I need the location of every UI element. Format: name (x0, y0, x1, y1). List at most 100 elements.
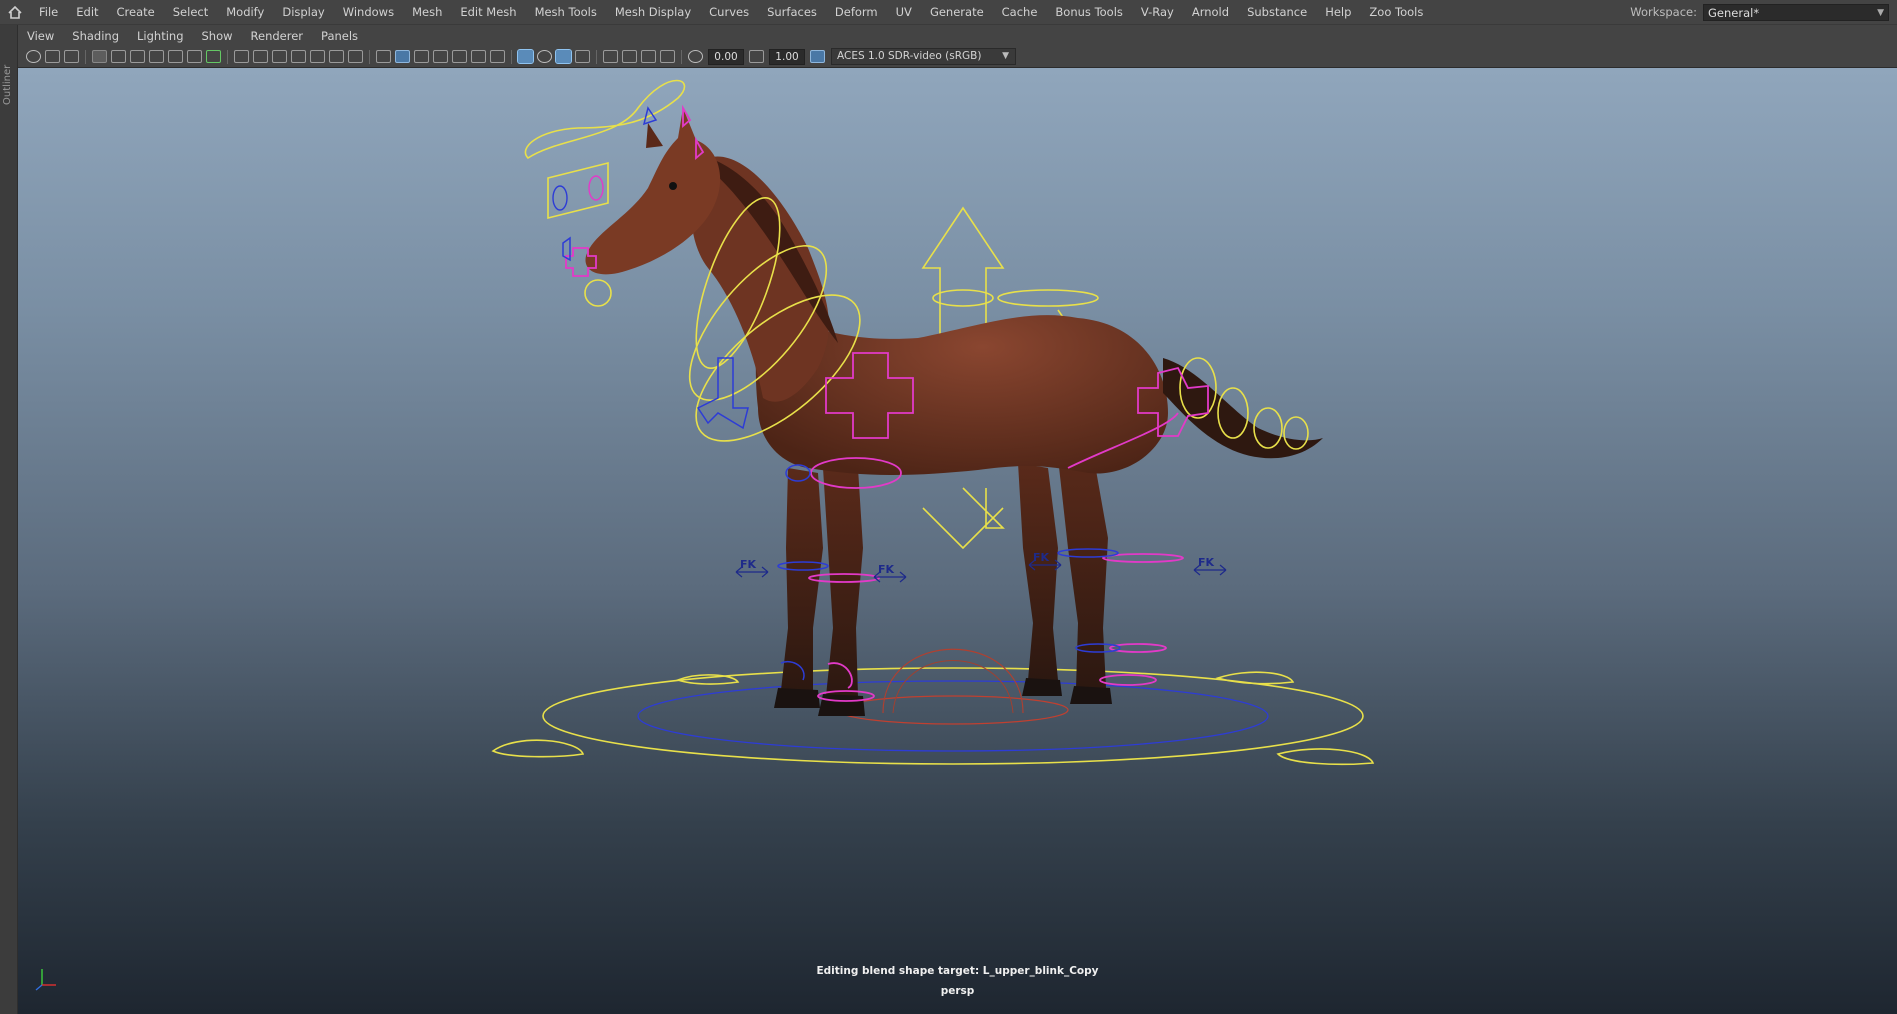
wireframe-on-shaded-icon[interactable] (414, 50, 429, 63)
menu-substance[interactable]: Substance (1238, 0, 1316, 24)
foot-pad-back[interactable] (1215, 671, 1295, 685)
depth-of-field-icon[interactable] (641, 50, 656, 63)
viewport-panel[interactable]: FK FK FK FK Editing blend shape target: … (18, 68, 1897, 1014)
view-transform-value: ACES 1.0 SDR-video (sRGB) (837, 50, 982, 62)
ground-control[interactable] (637, 680, 1269, 752)
select-camera-icon[interactable] (603, 50, 618, 63)
pencil-icon[interactable] (206, 50, 221, 63)
grid-icon[interactable] (234, 50, 249, 63)
workspace-dropdown[interactable]: General* ▼ (1703, 3, 1889, 21)
exposure-icon[interactable] (688, 50, 703, 63)
camera-attributes-icon[interactable] (26, 50, 41, 63)
multisample-icon[interactable] (622, 50, 637, 63)
menu-create[interactable]: Create (108, 0, 164, 24)
panel-menu-renderer[interactable]: Renderer (242, 29, 313, 43)
color-management-dropdown[interactable]: ACES 1.0 SDR-video (sRGB) ▼ (831, 48, 1016, 65)
outliner-label: Outliner (2, 64, 13, 105)
toolbar-divider (596, 49, 597, 64)
safe-title-icon[interactable] (348, 50, 363, 63)
cog-ring[interactable] (837, 695, 1069, 725)
panel-menu-panels[interactable]: Panels (312, 29, 367, 43)
gamma-field[interactable]: 1.00 (769, 48, 805, 65)
gate-mask-icon[interactable] (291, 50, 306, 63)
2d-pan-zoom-icon[interactable] (187, 50, 202, 63)
menu-help[interactable]: Help (1316, 0, 1360, 24)
safe-action-icon[interactable] (329, 50, 344, 63)
image-plane-icon[interactable] (130, 50, 145, 63)
menu-v-ray[interactable]: V-Ray (1132, 0, 1183, 24)
outliner-tab[interactable]: Outliner (0, 25, 18, 1014)
toolbar-divider (227, 49, 228, 64)
screen-space-icon[interactable] (660, 50, 675, 63)
menu-mesh[interactable]: Mesh (403, 0, 451, 24)
hip-ring (997, 289, 1099, 307)
exposure-field[interactable]: 0.00 (708, 48, 744, 65)
menu-deform[interactable]: Deform (826, 0, 887, 24)
fk-switch-2: FK (878, 563, 895, 576)
bookmark-flag-icon[interactable] (149, 50, 164, 63)
toolbar-divider (369, 49, 370, 64)
menu-uv[interactable]: UV (887, 0, 921, 24)
menu-edit[interactable]: Edit (67, 0, 107, 24)
panel-menu-view[interactable]: View (18, 29, 63, 43)
shadows-icon[interactable] (471, 50, 486, 63)
panel-toolbar: 0.00 1.00 ACES 1.0 SDR-video (sRGB) ▼ (18, 46, 1897, 68)
wireframe-icon[interactable] (376, 50, 391, 63)
color-management-icon[interactable] (810, 50, 825, 63)
fk-switch-4: FK (1198, 556, 1215, 569)
menu-windows[interactable]: Windows (334, 0, 403, 24)
menu-file[interactable]: File (30, 0, 67, 24)
textured-icon[interactable] (433, 50, 448, 63)
panel-menu-shading[interactable]: Shading (63, 29, 128, 43)
body-down-arrow[interactable] (962, 487, 1005, 529)
menu-select[interactable]: Select (164, 0, 217, 24)
menu-display[interactable]: Display (273, 0, 333, 24)
smooth-shade-icon[interactable] (395, 50, 410, 63)
fk-switch-3: FK (1033, 551, 1050, 564)
eye-control-right[interactable] (588, 175, 604, 201)
home-icon[interactable] (0, 0, 30, 24)
workspace-value: General* (1708, 5, 1760, 20)
menu-cache[interactable]: Cache (993, 0, 1047, 24)
toolbar-divider (85, 49, 86, 64)
camera-icon[interactable] (92, 50, 107, 63)
toolbar-divider (511, 49, 512, 64)
resolution-gate-icon[interactable] (272, 50, 287, 63)
camera-name: persp (940, 985, 975, 997)
panel-menu-show[interactable]: Show (193, 29, 242, 43)
xray-joints-icon[interactable] (537, 50, 552, 63)
isolate-select-icon[interactable] (517, 49, 534, 64)
chevron-down-icon: ▼ (1002, 51, 1009, 61)
menu-arnold[interactable]: Arnold (1183, 0, 1238, 24)
menu-zoo-tools[interactable]: Zoo Tools (1360, 0, 1432, 24)
xray-icon[interactable] (490, 50, 505, 63)
menu-generate[interactable]: Generate (921, 0, 993, 24)
ambient-occlusion-icon[interactable] (555, 49, 572, 64)
menu-edit-mesh[interactable]: Edit Mesh (451, 0, 525, 24)
workspace-selector: Workspace: General* ▼ (1630, 0, 1897, 24)
main-menubar: File Edit Create Select Modify Display Windows… (0, 0, 1897, 25)
menu-surfaces[interactable]: Surfaces (758, 0, 826, 24)
menu-curves[interactable]: Curves (700, 0, 758, 24)
motion-blur-icon[interactable] (575, 50, 590, 63)
menu-modify[interactable]: Modify (217, 0, 273, 24)
bookmark-icon[interactable] (111, 50, 126, 63)
grease-pencil-icon[interactable] (168, 50, 183, 63)
scene-view[interactable]: FK FK FK FK (18, 68, 1897, 1014)
field-chart-icon[interactable] (310, 50, 325, 63)
lock-camera-icon[interactable] (64, 50, 79, 63)
lights-icon[interactable] (452, 50, 467, 63)
panel-menu-lighting[interactable]: Lighting (128, 29, 192, 43)
menu-mesh-display[interactable]: Mesh Display (606, 0, 700, 24)
menu-mesh-tools[interactable]: Mesh Tools (526, 0, 606, 24)
menu-bonus-tools[interactable]: Bonus Tools (1046, 0, 1131, 24)
fk-switch-1: FK (740, 558, 757, 571)
foot-pad-right[interactable] (1276, 748, 1375, 766)
jaw-ring (584, 279, 612, 307)
eye-control-left[interactable] (552, 185, 568, 211)
film-gate-icon[interactable] (253, 50, 268, 63)
foot-pad-left[interactable] (491, 739, 585, 758)
spine-ring (932, 289, 994, 307)
camera-select-icon[interactable] (45, 50, 60, 63)
gamma-icon[interactable] (749, 50, 764, 63)
